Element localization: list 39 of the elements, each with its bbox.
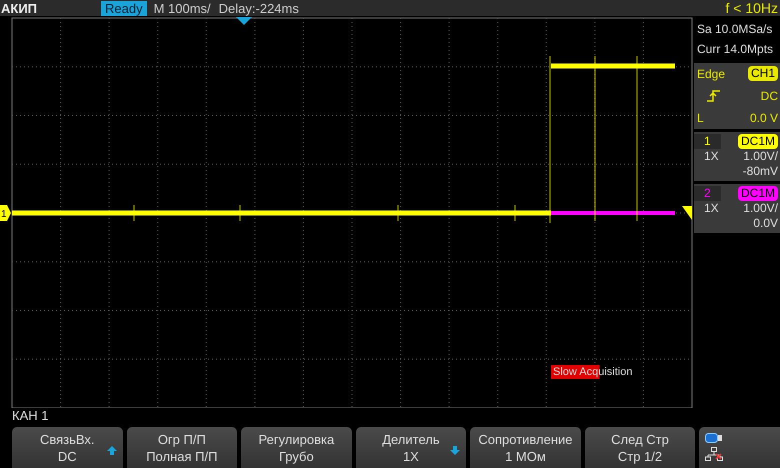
- trigger-level-marker[interactable]: [682, 206, 692, 220]
- channel-coupling: DC1M: [738, 134, 778, 149]
- trigger-level: 0.0 V: [750, 111, 778, 125]
- softkey[interactable]: Огр П/П Полная П/П: [126, 427, 238, 468]
- softkey[interactable]: Регулировка Грубо: [241, 427, 352, 468]
- probe-ratio: 1X: [704, 201, 719, 216]
- brand-logo: АКИП: [0, 0, 38, 16]
- vertical-offset: -80mV: [742, 164, 778, 179]
- frequency-counter: f < 10Hz: [725, 0, 779, 16]
- softkey[interactable]: Делитель 1X: [356, 427, 466, 468]
- vertical-scale: 1.00V/: [743, 201, 778, 216]
- channel-panel[interactable]: 1 DC1M 1X 1.00V/ -80mV: [694, 132, 780, 181]
- network-icon: [705, 447, 724, 461]
- trigger-coupling: DC: [760, 89, 778, 103]
- softkey[interactable]: Сопротивление 1 МОм: [470, 427, 581, 468]
- timebase: M 100ms/: [154, 0, 211, 16]
- run-status: Ready: [101, 0, 147, 16]
- trigger-level-label: L: [697, 111, 704, 125]
- vertical-scale: 1.00V/: [743, 149, 778, 164]
- channel-coupling: DC1M: [738, 186, 778, 201]
- channel-number: 2: [694, 186, 721, 201]
- delay: Delay:-224ms: [218, 0, 299, 16]
- down-arrow-icon: [450, 446, 460, 455]
- up-arrow-icon: [106, 446, 117, 455]
- sample-rate: Sa 10.0MSa/s: [697, 21, 774, 38]
- channel-number: 1: [694, 134, 721, 149]
- trigger-source: CH1: [748, 66, 778, 81]
- trigger-panel[interactable]: Edge CH1 DC L 0.0 V: [694, 63, 780, 129]
- trigger-type: Edge: [697, 66, 726, 80]
- rising-edge-icon: [707, 90, 721, 102]
- channel-panel[interactable]: 2 DC1M 1X 1.00V/ 0.0V: [694, 184, 780, 233]
- softkey[interactable]: СвязьВх. DC: [12, 427, 123, 468]
- vertical-offset: 0.0V: [753, 216, 778, 231]
- menu-title: КАН 1: [11, 408, 50, 425]
- probe-ratio: 1X: [704, 149, 719, 164]
- usb-icon: [705, 433, 724, 443]
- softkey[interactable]: След Стр Стр 1/2: [584, 427, 696, 468]
- memory-depth: Curr 14.0Mpts: [697, 41, 774, 58]
- channel-marker[interactable]: 1: [0, 205, 11, 221]
